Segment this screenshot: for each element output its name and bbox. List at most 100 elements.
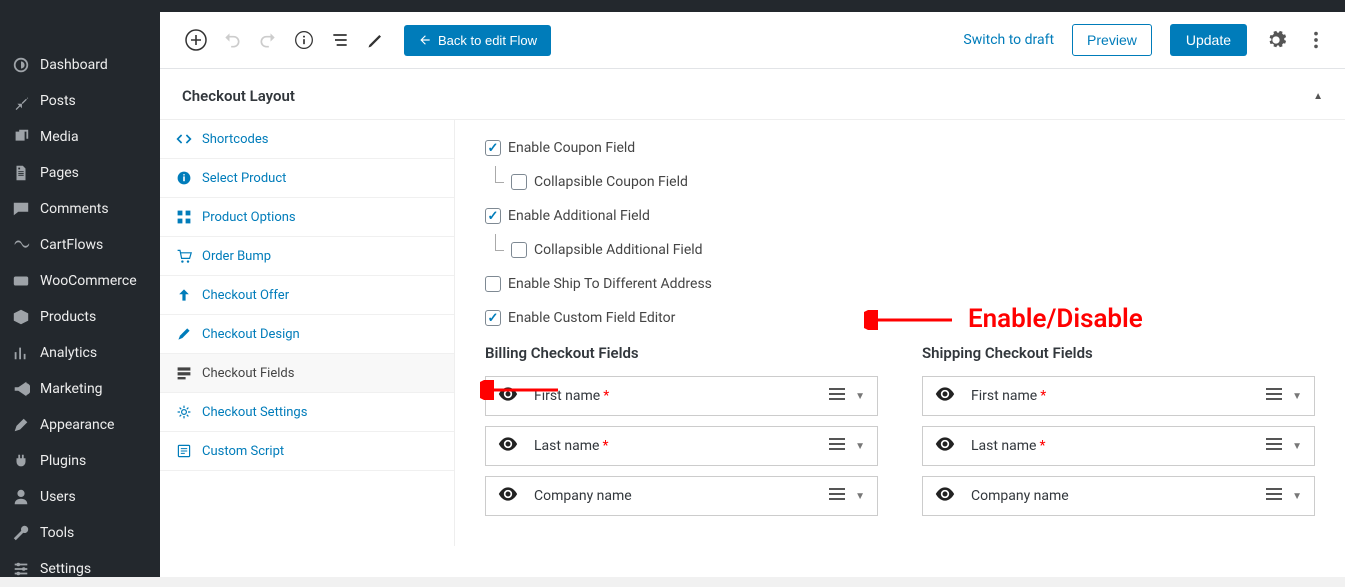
- expand-caret-icon[interactable]: ▼: [1292, 441, 1302, 452]
- redo-button[interactable]: [250, 22, 286, 58]
- expand-caret-icon[interactable]: ▼: [855, 391, 865, 402]
- sidebar-item-marketing[interactable]: Marketing: [0, 371, 160, 407]
- field-row[interactable]: Last name*▼: [485, 426, 878, 466]
- drag-handle-icon[interactable]: [829, 437, 845, 455]
- comments-icon: [12, 200, 30, 218]
- field-row[interactable]: Company name▼: [922, 476, 1315, 516]
- required-asterisk: *: [1040, 388, 1046, 404]
- settings-nav-order-bump[interactable]: Order Bump: [160, 237, 454, 276]
- field-row[interactable]: Company name▼: [485, 476, 878, 516]
- drag-handle-icon[interactable]: [1266, 437, 1282, 455]
- sidebar-item-posts[interactable]: Posts: [0, 83, 160, 119]
- settings-main: Enable Coupon Field Collapsible Coupon F…: [455, 120, 1345, 546]
- more-options-button[interactable]: [1305, 29, 1327, 51]
- checkbox-enable-custom-field[interactable]: Enable Custom Field Editor: [485, 310, 1315, 326]
- arrow-left-icon: [418, 33, 432, 47]
- field-row[interactable]: Last name*▼: [922, 426, 1315, 466]
- checkbox-icon: [485, 310, 501, 326]
- sidebar-label: Analytics: [40, 345, 97, 361]
- sidebar-item-plugins[interactable]: Plugins: [0, 443, 160, 479]
- sliders-icon: [12, 560, 30, 578]
- undo-button[interactable]: [214, 22, 250, 58]
- sidebar-item-woocommerce[interactable]: WooCommerce: [0, 263, 160, 299]
- sidebar-item-cartflows[interactable]: CartFlows: [0, 227, 160, 263]
- info-button[interactable]: [286, 22, 322, 58]
- field-label: First name: [534, 388, 600, 404]
- checkbox-label: Collapsible Coupon Field: [534, 174, 688, 190]
- checkbox-icon: [485, 276, 501, 292]
- expand-caret-icon[interactable]: ▼: [1292, 391, 1302, 402]
- drag-handle-icon[interactable]: [829, 487, 845, 505]
- settings-gear-button[interactable]: [1265, 29, 1287, 51]
- dashboard-icon: [12, 56, 30, 74]
- sidebar-item-settings[interactable]: Settings: [0, 551, 160, 587]
- sidebar-item-analytics[interactable]: Analytics: [0, 335, 160, 371]
- settings-nav-checkout-settings[interactable]: Checkout Settings: [160, 393, 454, 432]
- expand-caret-icon[interactable]: ▼: [1292, 491, 1302, 502]
- products-icon: [12, 308, 30, 326]
- eye-icon[interactable]: [935, 387, 955, 405]
- field-row[interactable]: First name*▼: [922, 376, 1315, 416]
- settings-nav-label: Checkout Settings: [202, 405, 307, 420]
- checkbox-enable-ship-diff[interactable]: Enable Ship To Different Address: [485, 276, 1315, 292]
- eye-icon[interactable]: [498, 437, 518, 455]
- expand-caret-icon[interactable]: ▼: [855, 441, 865, 452]
- users-icon: [12, 488, 30, 506]
- collapse-icon[interactable]: ▲: [1313, 91, 1323, 102]
- eye-icon[interactable]: [935, 437, 955, 455]
- settings-nav-shortcodes[interactable]: Shortcodes: [160, 120, 454, 159]
- settings-nav-select-product[interactable]: Select Product: [160, 159, 454, 198]
- back-to-flow-button[interactable]: Back to edit Flow: [404, 25, 551, 56]
- edit-button[interactable]: [358, 22, 394, 58]
- settings-nav-checkout-offer[interactable]: Checkout Offer: [160, 276, 454, 315]
- update-button[interactable]: Update: [1170, 24, 1247, 56]
- appearance-icon: [12, 416, 30, 434]
- sidebar-item-users[interactable]: Users: [0, 479, 160, 515]
- sidebar-item-media[interactable]: Media: [0, 119, 160, 155]
- shipping-section-title: Shipping Checkout Fields: [922, 344, 1315, 362]
- drag-handle-icon[interactable]: [829, 387, 845, 405]
- checkbox-icon: [511, 174, 527, 190]
- sidebar-item-appearance[interactable]: Appearance: [0, 407, 160, 443]
- required-asterisk: *: [1039, 438, 1045, 454]
- sidebar-label: WooCommerce: [40, 273, 137, 289]
- sidebar-label: Appearance: [40, 417, 114, 433]
- wp-admin-sidebar: Dashboard Posts Media Pages Comments Car…: [0, 12, 160, 577]
- checkbox-label: Enable Ship To Different Address: [508, 276, 712, 292]
- outline-button[interactable]: [322, 22, 358, 58]
- pages-icon: [12, 164, 30, 182]
- required-asterisk: *: [603, 388, 609, 404]
- add-block-button[interactable]: [178, 22, 214, 58]
- checkbox-collapsible-additional[interactable]: Collapsible Additional Field: [511, 242, 1315, 258]
- field-row[interactable]: First name* ▼: [485, 376, 878, 416]
- media-icon: [12, 128, 30, 146]
- settings-nav-custom-script[interactable]: Custom Script: [160, 432, 454, 471]
- drag-handle-icon[interactable]: [1266, 387, 1282, 405]
- checkbox-collapsible-coupon[interactable]: Collapsible Coupon Field: [511, 174, 1315, 190]
- preview-button[interactable]: Preview: [1072, 24, 1152, 56]
- expand-caret-icon[interactable]: ▼: [855, 491, 865, 502]
- settings-nav-checkout-design[interactable]: Checkout Design: [160, 315, 454, 354]
- checkbox-label: Enable Coupon Field: [508, 140, 635, 156]
- settings-nav-checkout-fields[interactable]: Checkout Fields: [160, 354, 454, 393]
- analytics-icon: [12, 344, 30, 362]
- plugins-icon: [12, 452, 30, 470]
- sidebar-item-dashboard[interactable]: Dashboard: [0, 47, 160, 83]
- eye-icon[interactable]: [935, 487, 955, 505]
- checkbox-enable-additional[interactable]: Enable Additional Field: [485, 208, 1315, 224]
- back-button-label: Back to edit Flow: [438, 33, 537, 48]
- settings-nav-product-options[interactable]: Product Options: [160, 198, 454, 237]
- pencil-icon: [176, 326, 192, 342]
- switch-to-draft-link[interactable]: Switch to draft: [963, 32, 1054, 48]
- sidebar-item-pages[interactable]: Pages: [0, 155, 160, 191]
- dots-vertical-icon: [1305, 29, 1327, 51]
- sidebar-item-tools[interactable]: Tools: [0, 515, 160, 551]
- settings-nav-label: Checkout Offer: [202, 288, 289, 303]
- sidebar-label: Plugins: [40, 453, 86, 469]
- eye-icon[interactable]: [498, 487, 518, 505]
- eye-icon[interactable]: [498, 387, 518, 405]
- sidebar-item-products[interactable]: Products: [0, 299, 160, 335]
- sidebar-item-comments[interactable]: Comments: [0, 191, 160, 227]
- checkbox-enable-coupon[interactable]: Enable Coupon Field: [485, 140, 1315, 156]
- drag-handle-icon[interactable]: [1266, 487, 1282, 505]
